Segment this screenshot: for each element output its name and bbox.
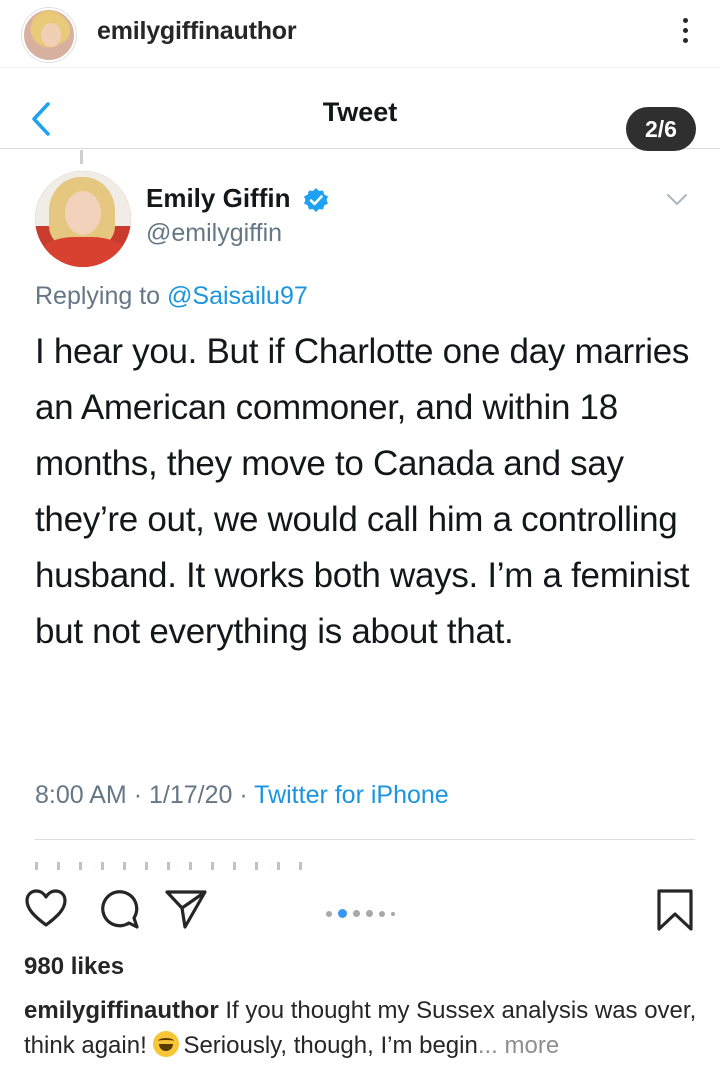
tweet-screenshot: Tweet 2/6 Emily Giffin @emilygiffin Repl… xyxy=(0,69,720,872)
tweet-topbar: Tweet xyxy=(0,79,720,149)
cropped-text-remnant xyxy=(35,862,305,870)
post-caption: emilygiffinauthor If you thought my Suss… xyxy=(24,993,704,1063)
post-header: emilygiffinauthor xyxy=(0,0,720,68)
caption-ellipsis: ... xyxy=(477,1032,498,1059)
caption-text-continued: Seriously, though, I’m begin xyxy=(183,1032,478,1059)
carousel-dots xyxy=(326,905,401,919)
meta-separator-2: · xyxy=(239,781,248,809)
post-username[interactable]: emilygiffinauthor xyxy=(97,17,297,46)
tweet-divider xyxy=(35,839,695,840)
tweet-author-handle: @emilygiffin xyxy=(146,219,283,247)
tweet-text: I hear you. But if Charlotte one day mar… xyxy=(35,332,690,651)
chevron-down-icon xyxy=(667,194,687,205)
tweet-date: 1/17/20 xyxy=(148,781,233,809)
meta-separator: · xyxy=(133,781,143,809)
tweet-author-avatar xyxy=(35,171,131,267)
slide-indicator: 2/6 xyxy=(626,107,696,151)
replying-to-line: Replying to @Saisailu97 xyxy=(35,282,308,311)
tweet-page-title: Tweet xyxy=(322,97,398,127)
replying-prefix: Replying to xyxy=(35,282,161,310)
paper-plane-icon[interactable] xyxy=(164,888,208,930)
caption-more-link[interactable]: more xyxy=(505,1032,560,1059)
scroll-indicator xyxy=(80,150,83,164)
tweet-source: Twitter for iPhone xyxy=(254,781,449,809)
tweet-time: 8:00 AM xyxy=(35,781,127,809)
bookmark-icon[interactable] xyxy=(656,888,694,932)
caption-username[interactable]: emilygiffinauthor xyxy=(24,997,219,1024)
verified-badge-icon xyxy=(304,188,328,212)
likes-count[interactable]: 980 likes xyxy=(24,953,124,981)
replying-mention: @Saisailu97 xyxy=(167,282,308,310)
profile-avatar[interactable] xyxy=(22,8,76,62)
comment-icon[interactable] xyxy=(98,888,140,930)
more-options-icon[interactable] xyxy=(680,18,690,48)
tweet-author-name: Emily Giffin xyxy=(146,183,291,213)
tweet-meta: 8:00 AM · 1/17/20 · Twitter for iPhone xyxy=(35,781,449,810)
heart-icon[interactable] xyxy=(24,888,68,928)
grinning-sweat-emoji-icon xyxy=(153,1031,180,1057)
post-actions xyxy=(0,872,720,942)
